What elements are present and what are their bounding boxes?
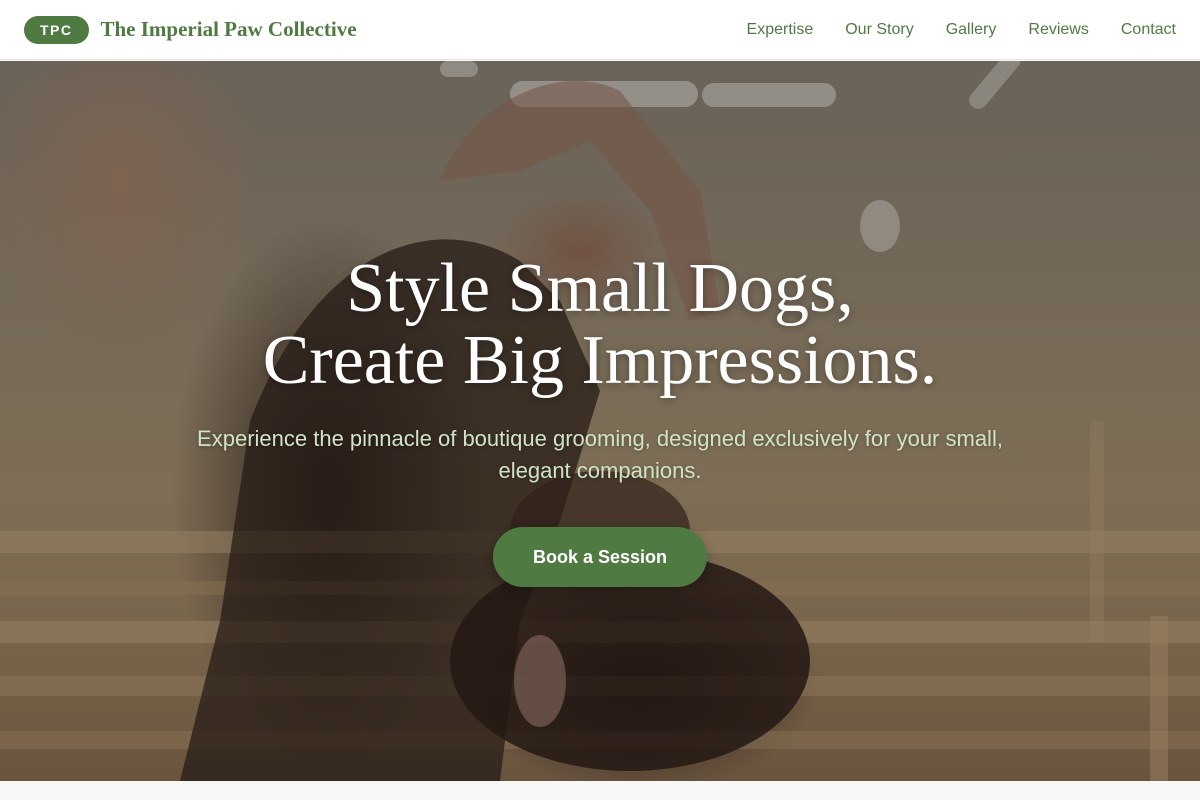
nav-link-expertise[interactable]: Expertise [747,21,814,39]
hero-content: Style Small Dogs, Create Big Impressions… [0,61,1200,781]
brand-name[interactable]: The Imperial Paw Collective [101,17,357,42]
hero-title-line-1: Style Small Dogs, [346,250,854,327]
book-session-button[interactable]: Book a Session [493,527,707,587]
brand-badge[interactable]: TPC [24,15,89,44]
nav-link-contact[interactable]: Contact [1121,21,1176,39]
brand[interactable]: TPC The Imperial Paw Collective [24,15,357,44]
hero-title: Style Small Dogs, Create Big Impressions… [0,253,1200,397]
hero-section: Style Small Dogs, Create Big Impressions… [0,61,1200,781]
nav-link-our-story[interactable]: Our Story [845,21,913,39]
nav-link-gallery[interactable]: Gallery [946,21,997,39]
hero-subtitle: Experience the pinnacle of boutique groo… [197,426,1003,483]
hero-title-line-2: Create Big Impressions. [262,322,938,399]
site-header: TPC The Imperial Paw Collective Expertis… [0,0,1200,60]
nav-link-reviews[interactable]: Reviews [1028,21,1088,39]
main-nav: Expertise Our Story Gallery Reviews Cont… [747,21,1176,39]
next-section-edge [0,781,1200,800]
